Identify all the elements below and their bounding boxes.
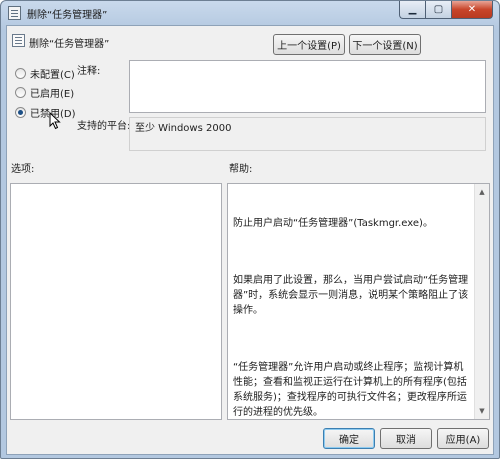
help-paragraph: 防止用户启动“任务管理器”(Taskmgr.exe)。: [233, 218, 433, 229]
title-bar[interactable]: 删除“任务管理器” ▁ ▢ ✕: [1, 1, 499, 25]
platform-value: 至少 Windows 2000: [135, 123, 232, 134]
help-paragraph: “任务管理器”允许用户启动或终止程序；监视计算机性能；查看和监视正运行在计算机上…: [233, 362, 467, 418]
help-label: 帮助:: [229, 164, 253, 175]
radio-disabled[interactable]: 已禁用(D): [15, 105, 76, 120]
policy-dialog-window: 删除“任务管理器” ▁ ▢ ✕ 删除“任务管理器” 上一个设置(P) 下一个设置…: [0, 0, 500, 459]
options-panel[interactable]: [10, 183, 222, 420]
window-controls: ▁ ▢ ✕: [399, 1, 493, 19]
minimize-icon: ▁: [408, 4, 417, 15]
comment-label: 注释:: [77, 66, 101, 77]
previous-setting-button[interactable]: 上一个设置(P): [273, 34, 345, 55]
radio-disabled-indicator[interactable]: [15, 107, 26, 118]
radio-not-configured-label: 未配置(C): [30, 70, 75, 81]
next-setting-button[interactable]: 下一个设置(N): [349, 34, 421, 55]
scroll-up-icon[interactable]: ▲: [476, 185, 488, 199]
comment-value: [130, 61, 485, 69]
platform-label: 支持的平台:: [77, 121, 131, 132]
mouse-cursor-icon: [49, 112, 61, 130]
maximize-icon: ▢: [433, 4, 444, 15]
policy-icon: [8, 6, 21, 20]
setting-title: 删除“任务管理器”: [29, 39, 110, 50]
help-paragraph: 如果启用了此设置，那么，当用户尝试启动“任务管理器”时，系统会显示一则消息，说明…: [233, 275, 469, 316]
cancel-button[interactable]: 取消: [380, 428, 432, 449]
options-label: 选项:: [11, 164, 35, 175]
minimize-button[interactable]: ▁: [399, 1, 425, 19]
maximize-button[interactable]: ▢: [425, 1, 451, 19]
close-button[interactable]: ✕: [451, 1, 493, 19]
window-title: 删除“任务管理器”: [27, 10, 108, 21]
help-panel[interactable]: 防止用户启动“任务管理器”(Taskmgr.exe)。 如果启用了此设置，那么，…: [227, 183, 490, 420]
platform-field: 至少 Windows 2000: [129, 117, 486, 151]
radio-not-configured-indicator[interactable]: [15, 68, 26, 79]
dialog-body: 删除“任务管理器” 上一个设置(P) 下一个设置(N) 未配置(C) 已启用(E…: [6, 25, 494, 455]
ok-button[interactable]: 确定: [323, 428, 375, 449]
radio-enabled-label: 已启用(E): [30, 89, 75, 100]
help-text: 防止用户启动“任务管理器”(Taskmgr.exe)。 如果启用了此设置，那么，…: [228, 184, 489, 458]
radio-enabled[interactable]: 已启用(E): [15, 85, 74, 100]
comment-textbox[interactable]: [129, 60, 486, 113]
radio-not-configured[interactable]: 未配置(C): [15, 66, 75, 81]
scroll-down-icon[interactable]: ▼: [476, 404, 488, 418]
setting-icon: [12, 34, 25, 47]
apply-button[interactable]: 应用(A): [437, 428, 489, 449]
close-icon: ✕: [467, 4, 477, 15]
radio-enabled-indicator[interactable]: [15, 87, 26, 98]
help-scrollbar[interactable]: ▲ ▼: [474, 184, 489, 419]
